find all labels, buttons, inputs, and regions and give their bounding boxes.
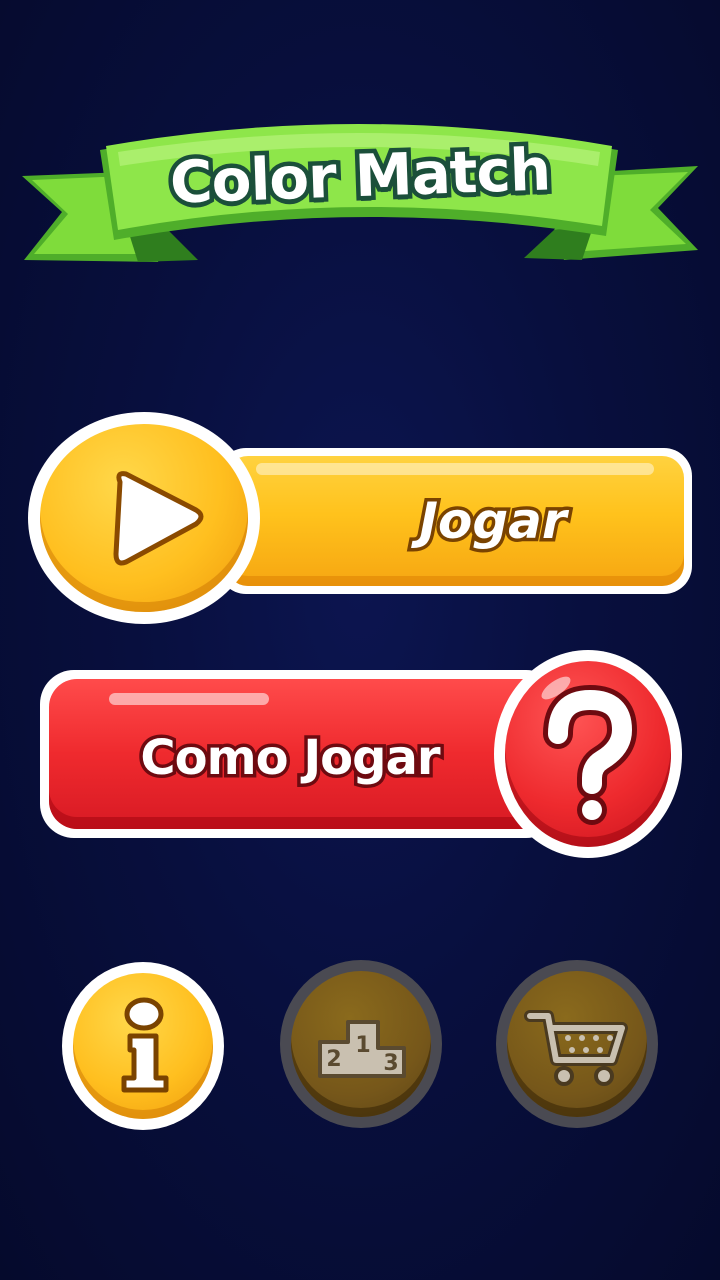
how-to-play-circle bbox=[494, 650, 682, 858]
play-icon bbox=[113, 471, 204, 566]
podium-third-label: 3 bbox=[383, 1051, 398, 1076]
podium-icon: 2 1 3 bbox=[318, 1020, 406, 1078]
info-button[interactable] bbox=[62, 962, 224, 1130]
play-label: Jogar bbox=[416, 489, 570, 554]
how-to-play-button[interactable]: Como Jogar bbox=[40, 650, 682, 858]
leaderboard-button[interactable]: 2 1 3 bbox=[280, 960, 442, 1128]
cart-icon bbox=[524, 1010, 628, 1086]
question-icon bbox=[543, 684, 638, 825]
play-button[interactable]: Jogar bbox=[28, 412, 692, 624]
how-to-play-label: Como Jogar bbox=[137, 727, 444, 790]
play-circle bbox=[28, 412, 260, 624]
info-icon bbox=[121, 997, 169, 1093]
shop-button[interactable] bbox=[496, 960, 658, 1128]
podium-first-label: 1 bbox=[355, 1033, 370, 1058]
podium-second-label: 2 bbox=[326, 1047, 341, 1072]
